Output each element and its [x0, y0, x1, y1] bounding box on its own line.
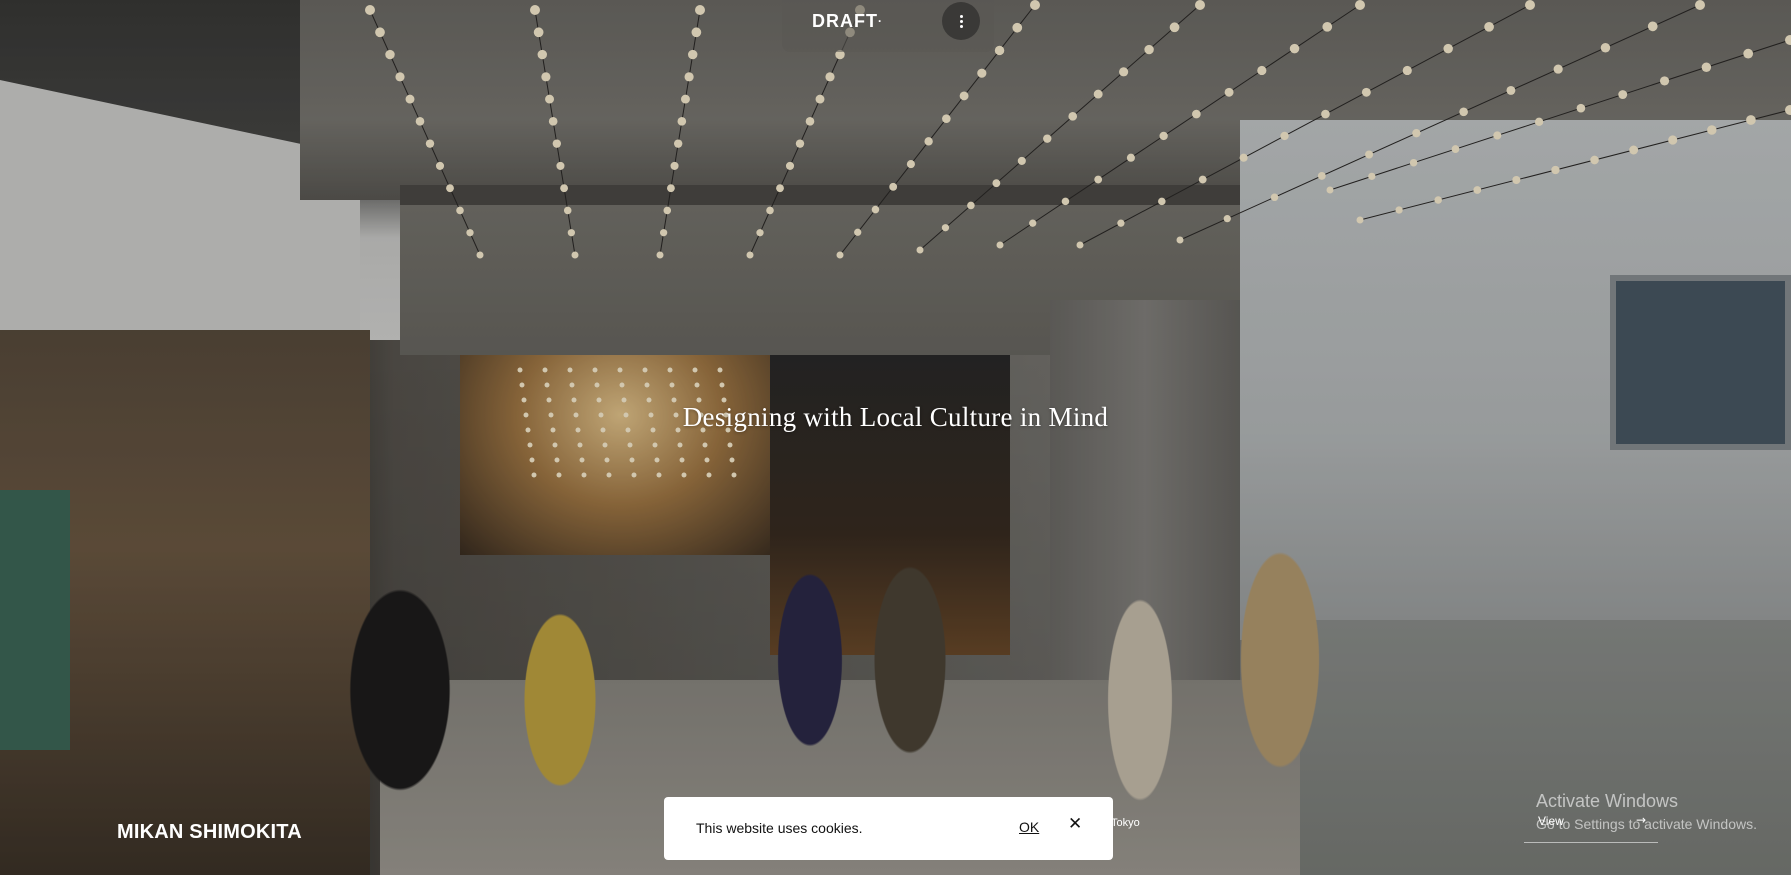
close-icon[interactable]: ✕: [1068, 814, 1082, 834]
brand-logo-dot: .: [878, 11, 883, 25]
cookie-ok-button[interactable]: OK: [1019, 819, 1039, 835]
watermark-title: Activate Windows: [1536, 791, 1679, 811]
view-project-link[interactable]: View: [1538, 814, 1564, 828]
menu-button[interactable]: [942, 2, 980, 40]
brand-logo-text: DRAFT: [812, 11, 878, 31]
kebab-menu-icon: [959, 14, 963, 28]
view-link-underline: [1524, 842, 1658, 843]
arrow-right-icon: →: [1636, 813, 1647, 827]
cookie-message: This website uses cookies.: [696, 820, 863, 836]
hero-headline: Designing with Local Culture in Mind: [682, 402, 1109, 432]
hero-background-image: [0, 0, 1791, 875]
bg-dim-overlay: [0, 0, 1791, 875]
top-navigation-bar: DRAFT.: [782, 0, 994, 52]
watermark-subtitle: Go to Settings to activate Windows.: [1536, 816, 1757, 832]
windows-activation-watermark: Activate Windows Go to Settings to activ…: [1536, 791, 1757, 832]
page: DRAFT. Designing with Local Culture in M…: [0, 0, 1791, 875]
project-location: Tokyo: [1111, 817, 1140, 829]
cookie-banner: This website uses cookies. OK ✕: [664, 797, 1113, 860]
project-title[interactable]: MIKAN SHIMOKITA: [117, 821, 302, 844]
brand-logo-link[interactable]: DRAFT.: [812, 11, 882, 32]
